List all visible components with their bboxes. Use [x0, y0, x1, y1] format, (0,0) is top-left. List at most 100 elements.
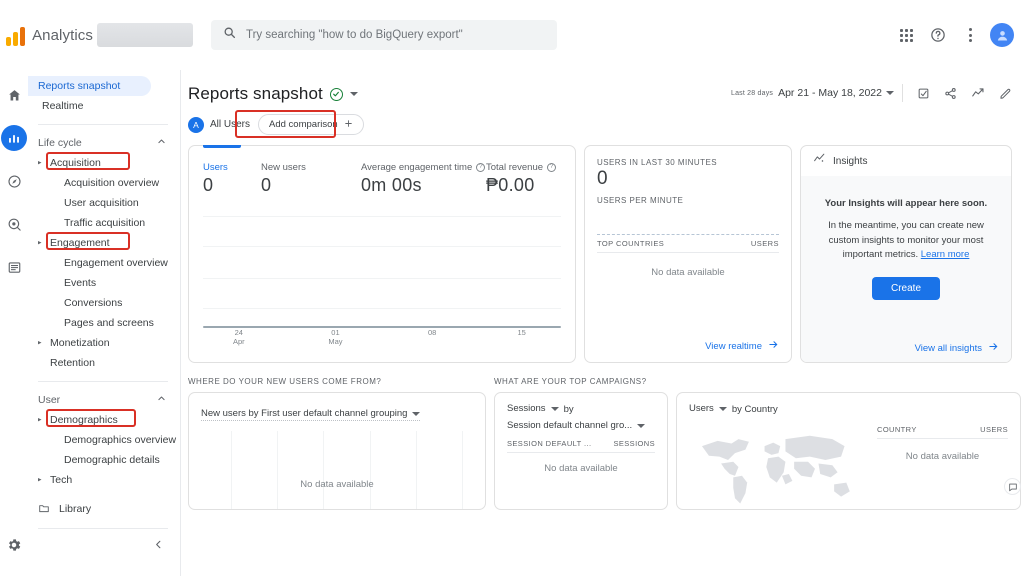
sidebar-item-monetization[interactable]: ▸ Monetization: [28, 333, 180, 353]
pencil-icon[interactable]: [999, 87, 1012, 100]
world-map[interactable]: [685, 427, 865, 507]
sidebar-item-demographic-details[interactable]: Demographic details: [28, 450, 180, 470]
metric-users[interactable]: Users 0: [203, 162, 261, 196]
sidebar-item-events[interactable]: Events: [28, 273, 180, 293]
sidebar-item-label: Demographic details: [64, 454, 160, 466]
rail-item-settings[interactable]: [1, 532, 27, 558]
rail-item-configure[interactable]: [1, 254, 27, 280]
sidebar-item-acquisition-overview[interactable]: Acquisition overview: [28, 173, 180, 193]
help-circle-icon[interactable]: [924, 21, 952, 49]
metric-value: 0: [261, 175, 272, 195]
x-tick: 15: [517, 328, 526, 337]
top-campaigns-section: WHAT ARE YOUR TOP CAMPAIGNS? Sessions by…: [494, 377, 668, 510]
rail-item-explore[interactable]: [1, 168, 27, 194]
check-circle-icon: [329, 87, 343, 101]
add-comparison-button[interactable]: Add comparison: [258, 114, 364, 135]
campaigns-dimension-dropdown[interactable]: Session default channel gro...: [507, 420, 646, 432]
segment-row: A All Users Add comparison: [188, 110, 1008, 138]
apps-grid-icon[interactable]: [892, 21, 920, 49]
x-tick: 24 Apr: [232, 328, 245, 347]
create-insight-button[interactable]: Create: [872, 277, 940, 301]
by-label: by: [563, 403, 574, 415]
section-title: [676, 377, 1021, 386]
chevron-down-icon[interactable]: [886, 91, 894, 95]
chevron-up-icon: [157, 137, 166, 149]
arrow-right-icon: [768, 339, 779, 353]
column-header-users: USERS: [750, 239, 779, 248]
column-header-users: USERS: [980, 425, 1008, 434]
column-header-dimension: SESSION DEFAULT ...: [507, 439, 592, 448]
sidebar-item-label: Demographics: [50, 414, 118, 426]
brand[interactable]: Analytics: [0, 24, 93, 46]
sidebar-item-label: User acquisition: [64, 197, 139, 209]
view-all-insights-link[interactable]: View all insights: [915, 341, 999, 355]
dropdown-label: Users: [689, 403, 714, 414]
sidebar-item-retention[interactable]: Retention: [28, 353, 180, 373]
sidebar-item-pages-and-screens[interactable]: Pages and screens: [28, 313, 180, 333]
dropdown-label: Sessions: [507, 403, 546, 414]
campaigns-metric-dropdown[interactable]: Sessions: [507, 403, 559, 415]
property-selector-chip[interactable]: [97, 23, 193, 47]
learn-more-link[interactable]: Learn more: [921, 249, 970, 260]
segment-all-users[interactable]: A All Users: [188, 116, 250, 133]
metric-value: 0m 00s: [361, 175, 422, 195]
compare-icon[interactable]: [917, 87, 930, 100]
search-box[interactable]: [211, 20, 557, 50]
help-icon[interactable]: ?: [547, 163, 557, 172]
sidebar-item-demographics[interactable]: ▸ Demographics: [28, 410, 180, 430]
share-icon[interactable]: [944, 87, 957, 100]
metric-total-revenue[interactable]: Total revenue ? ₱0.00: [486, 162, 557, 196]
view-realtime-link[interactable]: View realtime: [705, 339, 779, 353]
analytics-bars-icon: [6, 24, 25, 46]
trend-icon[interactable]: [971, 86, 985, 100]
chevron-down-icon: [718, 406, 727, 411]
help-icon[interactable]: ?: [476, 163, 486, 172]
sidebar-item-engagement-overview[interactable]: Engagement overview: [28, 253, 180, 273]
new-users-bar-chart: No data available: [201, 431, 473, 509]
chevron-right-icon: ▸: [38, 476, 42, 484]
link-label: View realtime: [705, 340, 762, 352]
sidebar-user-items: ▸ Demographics Demographics overview Dem…: [28, 409, 180, 490]
sidebar-item-acquisition[interactable]: ▸ Acquisition: [28, 153, 180, 173]
sidebar-item-traffic-acquisition[interactable]: Traffic acquisition: [28, 213, 180, 233]
rail-item-home[interactable]: [1, 82, 27, 108]
sidebar-item-library[interactable]: Library: [28, 498, 180, 520]
sidebar-item-label: Traffic acquisition: [64, 217, 146, 229]
country-metric-dropdown[interactable]: Users: [689, 403, 727, 415]
sidebar-item-label: Tech: [50, 474, 73, 486]
sidebar-item-engagement[interactable]: ▸ Engagement: [28, 233, 180, 253]
metric-label: Users: [203, 162, 228, 173]
sidebar-item-reports-snapshot[interactable]: Reports snapshot: [28, 76, 151, 96]
sidebar-item-user-acquisition[interactable]: User acquisition: [28, 193, 180, 213]
account-avatar-icon[interactable]: [988, 21, 1016, 49]
campaigns-metric-row: Sessions by: [507, 403, 655, 415]
sidebar-group-user[interactable]: User: [28, 390, 180, 410]
chevron-down-icon[interactable]: [349, 92, 358, 96]
metric-new-users[interactable]: New users 0: [261, 162, 361, 196]
new-users-dimension-dropdown[interactable]: New users by First user default channel …: [201, 408, 421, 421]
search-input[interactable]: [246, 29, 545, 41]
feedback-bubble-icon[interactable]: [1004, 478, 1021, 495]
chevron-left-icon[interactable]: [153, 537, 164, 555]
rail-item-advertising[interactable]: [1, 211, 27, 237]
sidebar-item-label: Reports snapshot: [38, 80, 121, 92]
sidebar-item-label: Realtime: [42, 100, 84, 112]
kebab-menu-icon[interactable]: [956, 21, 984, 49]
date-range-value[interactable]: Apr 21 - May 18, 2022: [778, 87, 882, 99]
metric-avg-engagement-time[interactable]: Average engagement time ? 0m 00s: [361, 162, 486, 196]
rail-item-reports[interactable]: [1, 125, 27, 151]
sidebar-item-demographics-overview[interactable]: Demographics overview: [28, 430, 180, 450]
section-title: WHERE DO YOUR NEW USERS COME FROM?: [188, 377, 382, 386]
column-header-country: COUNTRY: [877, 425, 917, 434]
chevron-right-icon: ▸: [38, 416, 42, 424]
sidebar-item-conversions[interactable]: Conversions: [28, 293, 180, 313]
new-users-section: WHERE DO YOUR NEW USERS COME FROM? New u…: [188, 377, 486, 510]
plus-icon: [344, 119, 353, 131]
column-header-sessions: SESSIONS: [613, 439, 655, 448]
sidebar-group-life-cycle[interactable]: Life cycle: [28, 133, 180, 153]
realtime-card: USERS IN LAST 30 MINUTES 0 USERS PER MIN…: [584, 145, 792, 363]
metric-label-wrap: Average engagement time ?: [361, 162, 486, 173]
sidebar-item-label: Engagement overview: [64, 257, 168, 269]
sidebar-item-realtime[interactable]: Realtime: [28, 96, 180, 116]
sidebar-item-tech[interactable]: ▸ Tech: [28, 470, 180, 490]
